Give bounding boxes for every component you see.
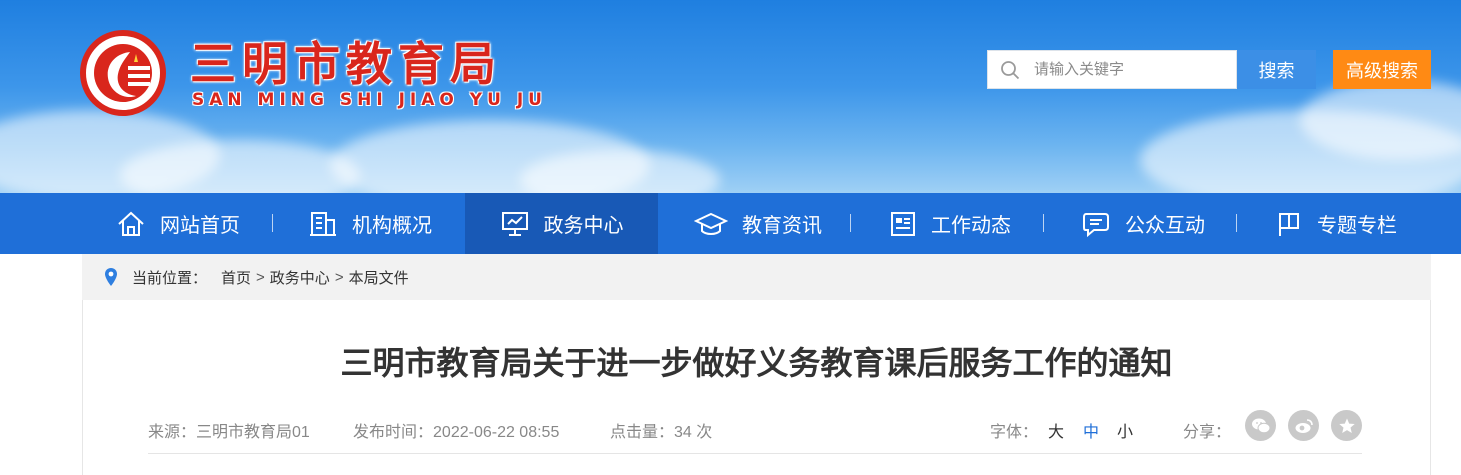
- breadcrumb: 当前位置： 首页 > 政务中心 > 本局文件: [82, 254, 1431, 300]
- hits-label: 点击量：: [610, 424, 675, 441]
- advanced-search-button[interactable]: 高级搜索: [1333, 50, 1431, 89]
- breadcrumb-separator: >: [334, 268, 344, 286]
- breadcrumb-government-center[interactable]: 政务中心: [270, 267, 330, 288]
- nav-divider: [272, 214, 273, 232]
- site-subtitle: SAN MING SHI JIAO YU JU: [192, 90, 547, 110]
- breadcrumb-separator: >: [256, 268, 265, 286]
- main-nav: 网站首页 机构概况 政务中心 教育资讯 工作动态 公众互动 专题专栏: [0, 193, 1461, 254]
- nav-item-label: 专题专栏: [1317, 215, 1397, 237]
- nav-item-label: 政务中心: [543, 215, 624, 237]
- breadcrumb-home[interactable]: 首页: [221, 267, 251, 288]
- date-label: 发布时间：: [353, 424, 434, 441]
- meta-divider: [148, 453, 1362, 454]
- nav-divider: [850, 214, 851, 232]
- news-icon: [891, 211, 915, 236]
- nav-item-label: 教育资讯: [742, 215, 822, 237]
- presentation-icon: [501, 211, 528, 236]
- source-value: 三明市教育局01: [196, 424, 310, 441]
- article-date: 发布时间：2022-06-22 08:55: [353, 418, 559, 442]
- hits-value: 34 次: [674, 424, 713, 441]
- share-weibo-button[interactable]: [1288, 410, 1319, 441]
- article-title: 三明市教育局关于进一步做好义务教育课后服务工作的通知: [340, 345, 1173, 381]
- font-size-small-button[interactable]: 小: [1117, 418, 1133, 442]
- location-pin-icon: [105, 268, 117, 286]
- search-icon: [1001, 61, 1020, 80]
- site-logo[interactable]: [80, 30, 166, 116]
- source-label: 来源：: [148, 424, 197, 441]
- share-wechat-button[interactable]: [1245, 410, 1276, 441]
- logo-emblem-icon: [107, 52, 150, 98]
- font-size-large-button[interactable]: 大: [1048, 418, 1064, 442]
- font-size-medium-button[interactable]: 中: [1083, 418, 1099, 442]
- nav-divider: [1236, 214, 1237, 232]
- breadcrumb-bureau-documents[interactable]: 本局文件: [349, 267, 409, 288]
- nav-item-about[interactable]: 机构概况: [282, 193, 458, 254]
- nav-item-education-news[interactable]: 教育资讯: [670, 193, 846, 254]
- search-input[interactable]: [1034, 51, 1229, 88]
- nav-item-label: 公众互动: [1125, 215, 1205, 237]
- font-size-label: 字体：: [990, 424, 1039, 441]
- nav-divider: [1043, 214, 1044, 232]
- article-hits: 点击量：34 次: [610, 418, 712, 442]
- search-button[interactable]: 搜索: [1237, 50, 1316, 89]
- flag-icon: [1279, 212, 1299, 236]
- graduation-cap-icon: [694, 212, 728, 235]
- nav-item-special-topics[interactable]: 专题专栏: [1248, 193, 1424, 254]
- nav-item-label: 机构概况: [352, 215, 432, 237]
- favorite-icon: [1338, 418, 1355, 433]
- nav-item-government[interactable]: 政务中心: [465, 193, 658, 254]
- article-source: 来源：三明市教育局01: [148, 418, 310, 442]
- building-icon: [310, 211, 336, 236]
- home-icon: [118, 211, 144, 236]
- nav-item-label: 工作动态: [931, 215, 1011, 237]
- nav-item-public-interaction[interactable]: 公众互动: [1055, 193, 1231, 254]
- share-favorite-button[interactable]: [1331, 410, 1362, 441]
- chat-icon: [1083, 212, 1109, 237]
- breadcrumb-prefix: 当前位置：: [132, 269, 208, 287]
- share-label: 分享：: [1183, 424, 1232, 441]
- date-value: 2022-06-22 08:55: [433, 424, 560, 441]
- site-title: 三明市教育局: [190, 37, 502, 91]
- nav-item-label: 网站首页: [160, 215, 240, 237]
- weibo-icon: [1295, 418, 1313, 433]
- wechat-icon: [1251, 418, 1270, 433]
- search-box: [987, 50, 1237, 89]
- nav-item-home[interactable]: 网站首页: [90, 193, 266, 254]
- nav-item-work-updates[interactable]: 工作动态: [862, 193, 1038, 254]
